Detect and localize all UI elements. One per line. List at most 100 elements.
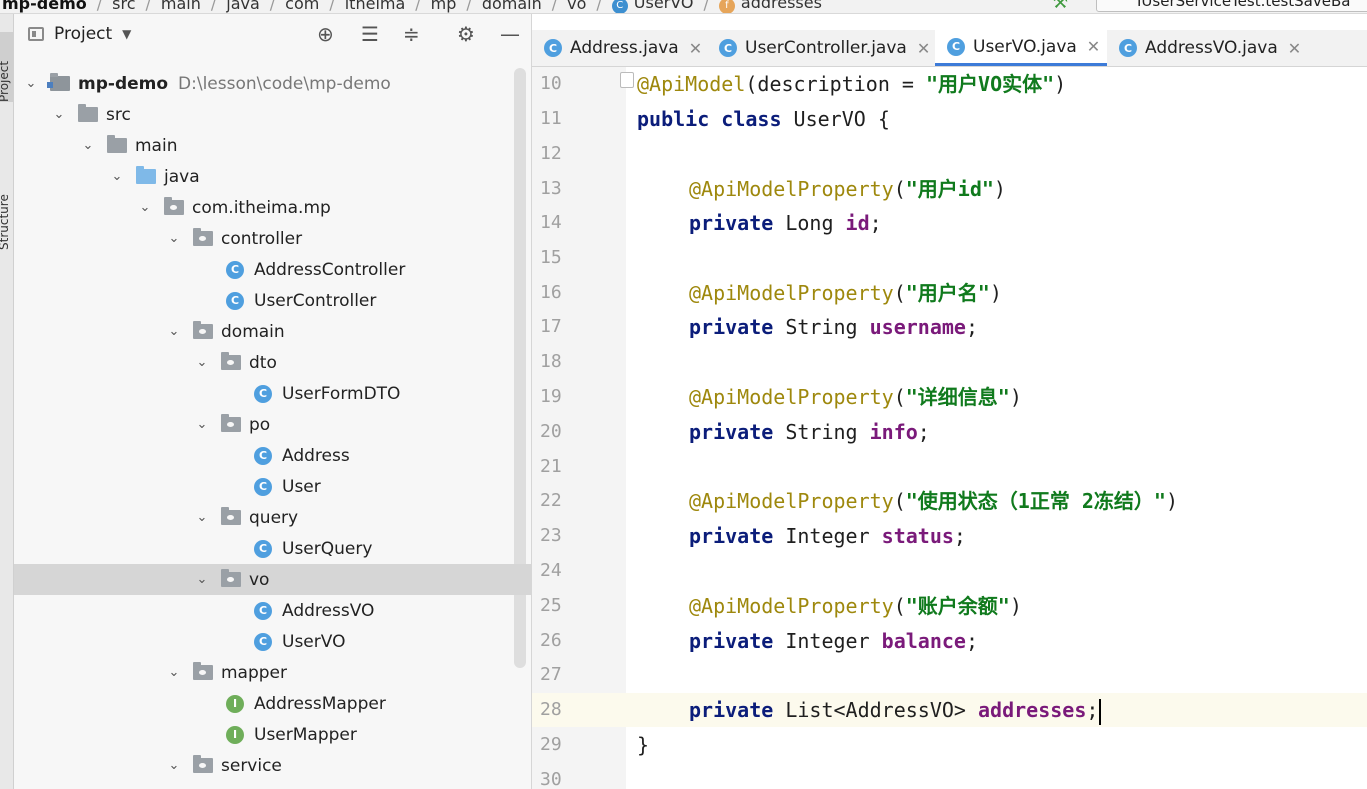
breadcrumb-item-addresses[interactable]: f addresses — [713, 0, 828, 13]
tree-node-project-root[interactable]: ⌄ mp-demo D:\lesson\code\mp-demo — [14, 68, 531, 99]
breadcrumb-item-com[interactable]: com — [279, 0, 325, 13]
tree-node-main[interactable]: ⌄ main — [14, 130, 531, 161]
gear-icon[interactable]: ⚙ — [457, 22, 475, 46]
line-number: 15 — [540, 247, 562, 268]
close-icon[interactable]: ✕ — [1288, 39, 1301, 58]
chevron-down-icon[interactable]: ⌄ — [195, 510, 209, 525]
chevron-down-icon[interactable]: ⌄ — [195, 417, 209, 432]
line-number: 23 — [540, 525, 562, 546]
breadcrumb-item-domain[interactable]: domain — [476, 0, 548, 13]
locate-target-icon[interactable]: ⊕ — [317, 22, 334, 46]
line-number: 27 — [540, 664, 562, 685]
folder-icon — [78, 104, 98, 122]
tab-uservo-java[interactable]: C UserVO.java ✕ — [935, 30, 1107, 66]
line-number: 25 — [540, 595, 562, 616]
tab-address-java[interactable]: C Address.java ✕ — [532, 30, 707, 66]
breadcrumb-item-src[interactable]: src — [106, 0, 141, 13]
chevron-down-icon[interactable]: ⌄ — [81, 138, 95, 153]
tree-node-query[interactable]: ⌄ query — [14, 502, 531, 533]
breadcrumb-item-project[interactable]: mp-demo — [0, 0, 93, 13]
code-line: @ApiModelProperty("使用状态（1正常 2冻结）") — [689, 489, 1179, 513]
class-icon: C — [254, 477, 272, 496]
run-configuration-selector[interactable]: IUserServiceTest.testSaveBa — [1096, 0, 1367, 12]
tree-node-addresscontroller[interactable]: C AddressController — [14, 254, 531, 285]
editor-tab-bar: C Address.java ✕ C UserController.java ✕… — [532, 30, 1367, 67]
chevron-down-icon[interactable]: ⌄ — [110, 169, 124, 184]
chevron-down-icon[interactable]: ⌄ — [52, 107, 66, 122]
package-icon — [221, 414, 241, 432]
breadcrumb-item-mp[interactable]: mp — [425, 0, 463, 13]
structure-tool-button[interactable]: Structure — [0, 154, 13, 250]
tree-node-addressmapper[interactable]: I AddressMapper — [14, 688, 531, 719]
chevron-down-icon[interactable]: ⌄ — [24, 76, 38, 91]
close-icon[interactable]: ✕ — [1087, 37, 1100, 56]
tree-node-domain[interactable]: ⌄ domain — [14, 316, 531, 347]
code-line: private List<AddressVO> addresses; — [689, 693, 1102, 727]
chevron-down-icon[interactable]: ⌄ — [167, 324, 181, 339]
tab-usercontroller-java[interactable]: C UserController.java ✕ — [707, 30, 935, 66]
tree-node-package-root[interactable]: ⌄ com.itheima.mp — [14, 192, 531, 223]
tree-node-userformdto[interactable]: C UserFormDTO — [14, 378, 531, 409]
project-panel-title[interactable]: Project — [54, 24, 112, 44]
class-icon: C — [254, 601, 272, 620]
code-line: private Long id; — [689, 211, 882, 235]
breadcrumb-item-uservo[interactable]: C UserVO — [606, 0, 700, 13]
code-line: } — [637, 733, 650, 757]
close-icon[interactable]: ✕ — [917, 39, 930, 58]
project-panel-header: Project ▼ — [14, 14, 531, 54]
code-line: @ApiModelProperty("账户余额") — [689, 594, 1022, 618]
tree-node-mapper[interactable]: ⌄ mapper — [14, 657, 531, 688]
line-number: 26 — [540, 630, 562, 651]
package-icon — [221, 507, 241, 525]
tree-node-service[interactable]: ⌄ service — [14, 750, 531, 781]
tab-addressvo-java[interactable]: C AddressVO.java ✕ — [1107, 30, 1307, 66]
code-line: @ApiModel(description = "用户VO实体") — [637, 72, 1067, 96]
class-icon: C — [226, 260, 244, 279]
breadcrumb-item-main[interactable]: main — [155, 0, 207, 13]
package-icon — [193, 755, 213, 773]
minimize-icon[interactable]: — — [500, 22, 520, 46]
chevron-down-icon[interactable]: ⌄ — [195, 572, 209, 587]
collapse-all-icon[interactable]: ≑ — [403, 22, 420, 46]
chevron-down-icon[interactable]: ⌄ — [195, 355, 209, 370]
tree-node-usermapper[interactable]: I UserMapper — [14, 719, 531, 750]
breadcrumb-item-itheima[interactable]: itheima — [339, 0, 412, 13]
chevron-down-icon[interactable]: ⌄ — [167, 231, 181, 246]
line-number: 30 — [540, 769, 562, 789]
chevron-down-icon[interactable]: ▼ — [122, 27, 131, 41]
tree-node-controller[interactable]: ⌄ controller — [14, 223, 531, 254]
tree-node-userquery[interactable]: C UserQuery — [14, 533, 531, 564]
tree-node-po[interactable]: ⌄ po — [14, 409, 531, 440]
line-number: 11 — [540, 108, 562, 129]
expand-all-icon[interactable]: ☰ — [361, 22, 379, 46]
chevron-down-icon[interactable]: ⌄ — [167, 758, 181, 773]
project-tool-button[interactable]: Project — [0, 32, 13, 102]
tree-node-usercontroller[interactable]: C UserController — [14, 285, 531, 316]
breadcrumb-item-java[interactable]: java — [220, 0, 266, 13]
breadcrumb: mp-demo / src / main / java / com / itheima / … — [0, 0, 828, 13]
tree-node-vo[interactable]: ⌄ vo — [14, 564, 531, 595]
chevron-down-icon[interactable]: ⌄ — [167, 665, 181, 680]
tree-node-dto[interactable]: ⌄ dto — [14, 347, 531, 378]
fold-marker-icon[interactable] — [620, 72, 634, 88]
chevron-down-icon[interactable]: ⌄ — [138, 200, 152, 215]
build-hammer-icon[interactable]: ⚒ — [1052, 0, 1074, 12]
code-editor[interactable]: 10 11 12 13 14 15 16 17 18 19 20 21 22 2… — [532, 67, 1367, 789]
tree-node-address[interactable]: C Address — [14, 440, 531, 471]
close-icon[interactable]: ✕ — [689, 39, 702, 58]
code-line: @ApiModelProperty("详细信息") — [689, 385, 1022, 409]
class-icon: C — [544, 39, 562, 57]
tree-node-src[interactable]: ⌄ src — [14, 99, 531, 130]
tree-node-addressvo[interactable]: C AddressVO — [14, 595, 531, 626]
class-icon: C — [254, 384, 272, 403]
code-line: private String info; — [689, 420, 930, 444]
module-folder-icon — [47, 73, 70, 91]
code-line: public class UserVO { — [637, 107, 890, 131]
tree-node-java[interactable]: ⌄ java — [14, 161, 531, 192]
tree-node-user[interactable]: C User — [14, 471, 531, 502]
tool-window-strip: Project Structure — [0, 14, 14, 789]
tree-node-uservo[interactable]: C UserVO — [14, 626, 531, 657]
breadcrumb-item-vo[interactable]: vo — [561, 0, 592, 13]
code-line: private String username; — [689, 315, 978, 339]
folder-icon — [107, 135, 127, 153]
